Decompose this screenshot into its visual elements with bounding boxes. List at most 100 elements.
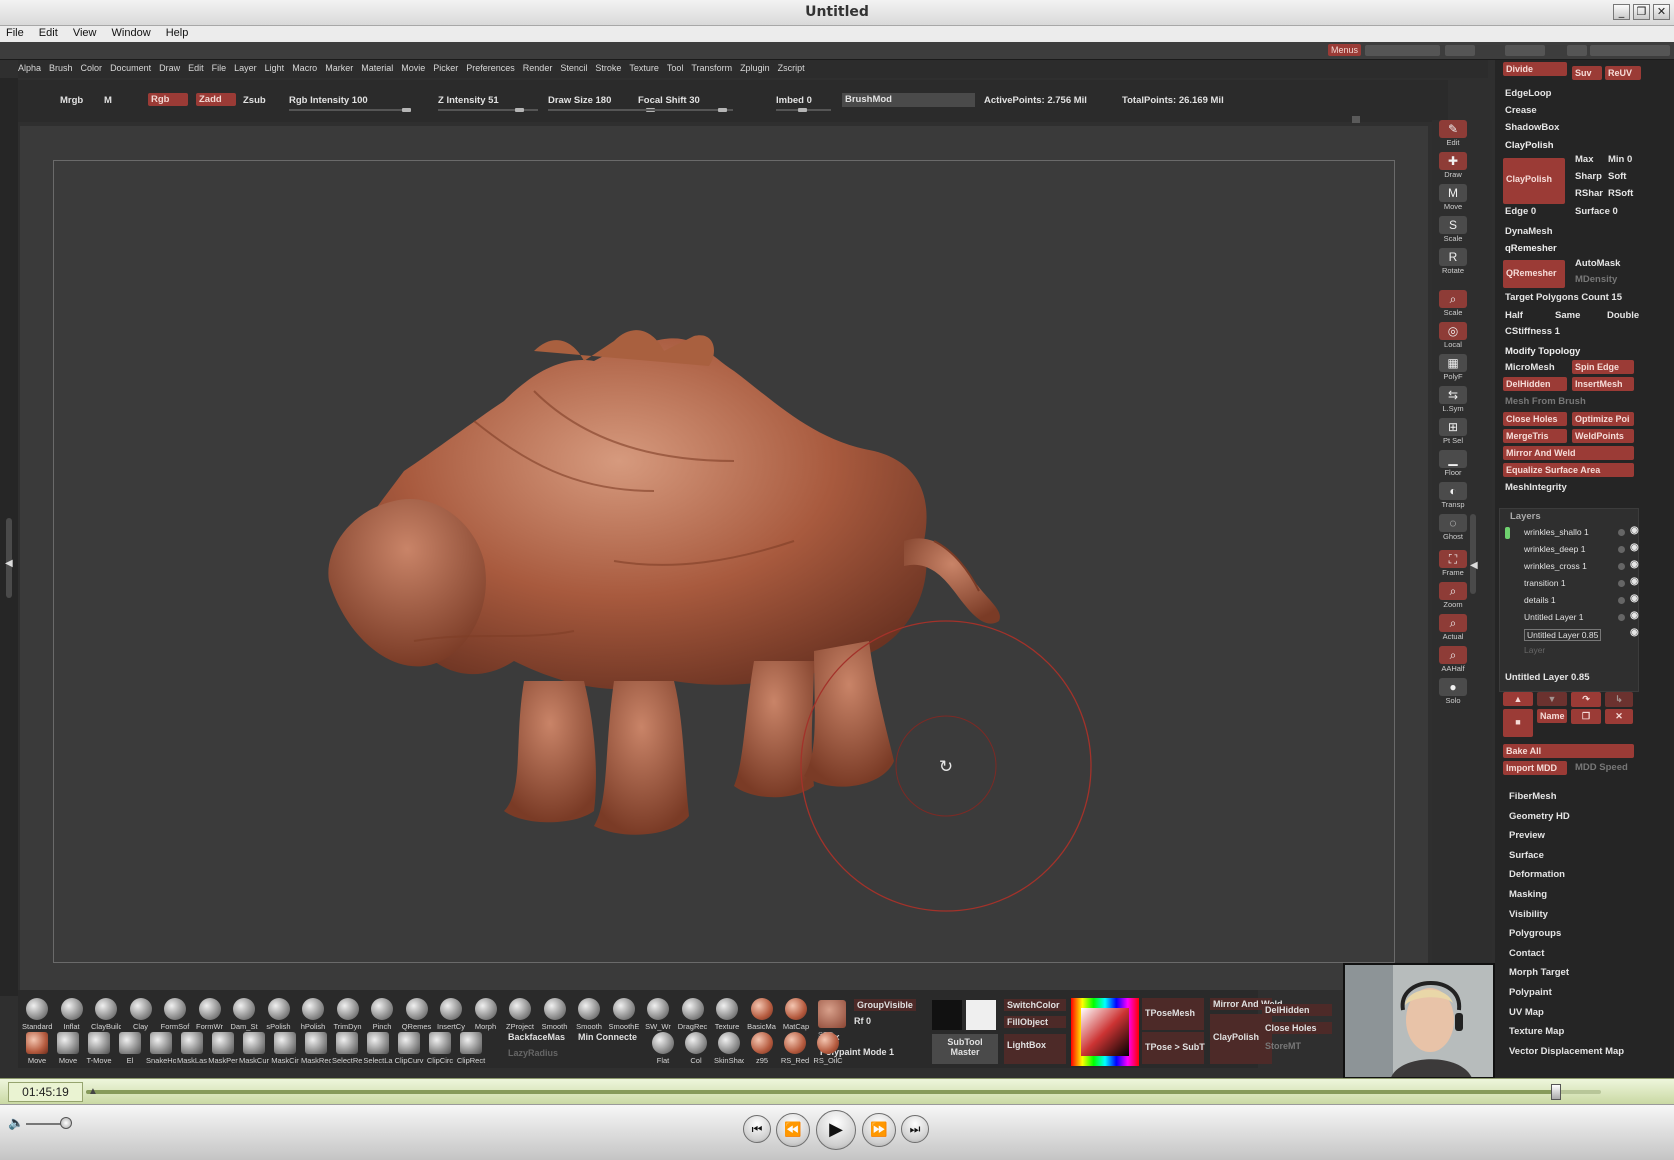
new-layer-icon[interactable]: ■ — [1503, 709, 1533, 737]
layer-item[interactable]: transition 1 — [1524, 578, 1566, 588]
subpalette-surface[interactable]: Surface — [1509, 850, 1544, 861]
layer-record-dot[interactable] — [1618, 529, 1625, 536]
brush-button[interactable]: FormSof — [160, 998, 190, 1031]
mergetris-button[interactable]: MergeTris — [1503, 429, 1567, 443]
double-button[interactable]: Double — [1607, 310, 1639, 321]
primary-color-swatch[interactable] — [966, 1000, 996, 1030]
shelf-move-button[interactable]: M Move — [1435, 184, 1471, 214]
brush-mod-slider[interactable]: BrushMod — [842, 93, 975, 107]
mrgb-toggle[interactable]: Mrgb — [60, 95, 83, 106]
layer-item[interactable]: Untitled Layer 1 — [1524, 612, 1584, 622]
shadowbox-button[interactable]: ShadowBox — [1505, 122, 1559, 133]
brush-button[interactable]: Morph — [471, 998, 501, 1031]
zmenu-brush[interactable]: Brush — [49, 60, 73, 73]
modify-topology-header[interactable]: Modify Topology — [1505, 346, 1580, 357]
subpalette-geometry-hd[interactable]: Geometry HD — [1509, 811, 1570, 822]
brush-button[interactable]: Smooth — [574, 998, 604, 1031]
eye-icon[interactable]: ◉ — [1630, 610, 1639, 621]
zadd-toggle[interactable]: Zadd — [196, 93, 236, 106]
rf-slider[interactable]: Rf 0 — [854, 1016, 871, 1026]
zmenu-tool[interactable]: Tool — [667, 60, 684, 73]
seek-start-marker[interactable]: ▲ — [88, 1086, 98, 1097]
brush-button[interactable]: MaskPer — [208, 1032, 238, 1065]
qremesher-header[interactable]: qRemesher — [1505, 243, 1557, 254]
shelf-solo-button[interactable]: ● Solo — [1435, 678, 1471, 708]
meshintegrity-header[interactable]: MeshIntegrity — [1505, 482, 1567, 493]
skip-back-icon[interactable]: ⏮ — [743, 1115, 771, 1143]
brush-button[interactable]: SelectRe — [332, 1032, 362, 1065]
eye-icon[interactable]: ◉ — [1630, 542, 1639, 553]
brush-button[interactable]: SnakeHo — [146, 1032, 176, 1065]
material-button[interactable]: z95 — [747, 1032, 777, 1065]
divide-button[interactable]: Divide — [1503, 62, 1567, 76]
backface-mask-toggle[interactable]: BackfaceMas — [508, 1032, 565, 1042]
weldpoints-button[interactable]: WeldPoints — [1572, 429, 1634, 443]
color-picker[interactable] — [1071, 998, 1139, 1066]
close-holes-button[interactable]: Close Holes — [1503, 412, 1567, 426]
volume-knob[interactable] — [60, 1117, 72, 1129]
brush-button[interactable]: Move — [22, 1032, 52, 1065]
quick-save-field[interactable] — [1365, 45, 1440, 56]
material-button[interactable]: SkinShac — [714, 1032, 744, 1065]
right-shelf-handle[interactable] — [1470, 514, 1476, 594]
eye-icon[interactable]: ◉ — [1630, 525, 1639, 536]
subpalette-texture-map[interactable]: Texture Map — [1509, 1026, 1564, 1037]
qremesher-button[interactable]: QRemesher — [1503, 260, 1565, 288]
brush-button[interactable]: Smooth — [540, 998, 570, 1031]
target-polygons-slider[interactable]: Target Polygons Count 15 — [1505, 292, 1622, 303]
mirror-and-weld-button[interactable]: Mirror And Weld — [1503, 446, 1634, 460]
seek-thumb[interactable] — [1550, 1084, 1561, 1100]
spin-edge-button[interactable]: Spin Edge — [1572, 360, 1634, 374]
split-layer-icon[interactable]: ↳ — [1605, 692, 1633, 707]
shelf-pt-sel-button[interactable]: ⊞ Pt Sel — [1435, 418, 1471, 448]
brush-button[interactable]: BasicMa — [747, 998, 777, 1031]
fast-forward-icon[interactable]: ⏩ — [862, 1113, 896, 1147]
redo-layer-icon[interactable]: ↷ — [1571, 692, 1601, 707]
menu-view[interactable]: View — [67, 26, 103, 39]
subpalette-fibermesh[interactable]: FiberMesh — [1509, 791, 1557, 802]
skip-forward-icon[interactable]: ⏭ — [901, 1115, 929, 1143]
layer-record-dot[interactable] — [1618, 563, 1625, 570]
claypolish-min-slider[interactable]: Min 0 — [1608, 154, 1632, 165]
shelf-scale-button[interactable]: ⌕ Scale — [1435, 290, 1471, 320]
crease-button[interactable]: Crease — [1505, 105, 1537, 116]
shelf-actual-button[interactable]: ⌕ Actual — [1435, 614, 1471, 644]
mdensity-slider[interactable]: MDensity — [1575, 274, 1617, 285]
shelf-local-button[interactable]: ◎ Local — [1435, 322, 1471, 352]
group-visible-button[interactable]: GroupVisible — [854, 999, 916, 1011]
zmenu-texture[interactable]: Texture — [629, 60, 659, 73]
brush-button[interactable]: El — [115, 1032, 145, 1065]
zmenu-document[interactable]: Document — [110, 60, 151, 73]
tposemesh-button[interactable]: TPoseMesh — [1142, 998, 1204, 1030]
brush-button[interactable]: Standard — [22, 998, 52, 1031]
expand-right-icon[interactable]: ◀ — [1470, 560, 1478, 571]
brush-button[interactable]: FormWr — [195, 998, 225, 1031]
ui-toggle[interactable] — [1505, 45, 1545, 56]
shelf-transp-button[interactable]: ◐ Transp — [1435, 482, 1471, 512]
zmenu-zscript[interactable]: Zscript — [778, 60, 805, 73]
layer-name-button[interactable]: Name — [1537, 709, 1567, 723]
brush-button[interactable]: Clay — [126, 998, 156, 1031]
shelf-edit-button[interactable]: ✎ Edit — [1435, 120, 1471, 150]
subpalette-preview[interactable]: Preview — [1509, 830, 1545, 841]
brush-button[interactable]: hPolish — [298, 998, 328, 1031]
eye-icon[interactable]: ◉ — [1630, 593, 1639, 604]
layer-record-dot[interactable] — [1618, 597, 1625, 604]
zmenu-file[interactable]: File — [212, 60, 227, 73]
zmenu-layer[interactable]: Layer — [234, 60, 257, 73]
brush-button[interactable]: ClayBuild — [91, 998, 121, 1031]
same-button[interactable]: Same — [1555, 310, 1580, 321]
rewind-icon[interactable]: ⏪ — [776, 1113, 810, 1147]
imbed-slider[interactable]: Imbed 0 — [776, 95, 812, 106]
brush-button[interactable]: Pinch — [367, 998, 397, 1031]
shelf-floor-button[interactable]: ▁ Floor — [1435, 450, 1471, 480]
volume-icon[interactable]: 🔈 — [8, 1115, 24, 1131]
zmenu-zplugin[interactable]: Zplugin — [740, 60, 770, 73]
reuv-button[interactable]: ReUV — [1605, 66, 1641, 80]
seek-bar[interactable] — [86, 1090, 1601, 1094]
subpalette-polygroups[interactable]: Polygroups — [1509, 928, 1561, 939]
brush-button[interactable]: ClipRect — [456, 1032, 486, 1065]
micromesh-button[interactable]: MicroMesh — [1505, 362, 1555, 373]
delete-layer-icon[interactable]: ✕ — [1605, 709, 1633, 724]
subpalette-masking[interactable]: Masking — [1509, 889, 1547, 900]
